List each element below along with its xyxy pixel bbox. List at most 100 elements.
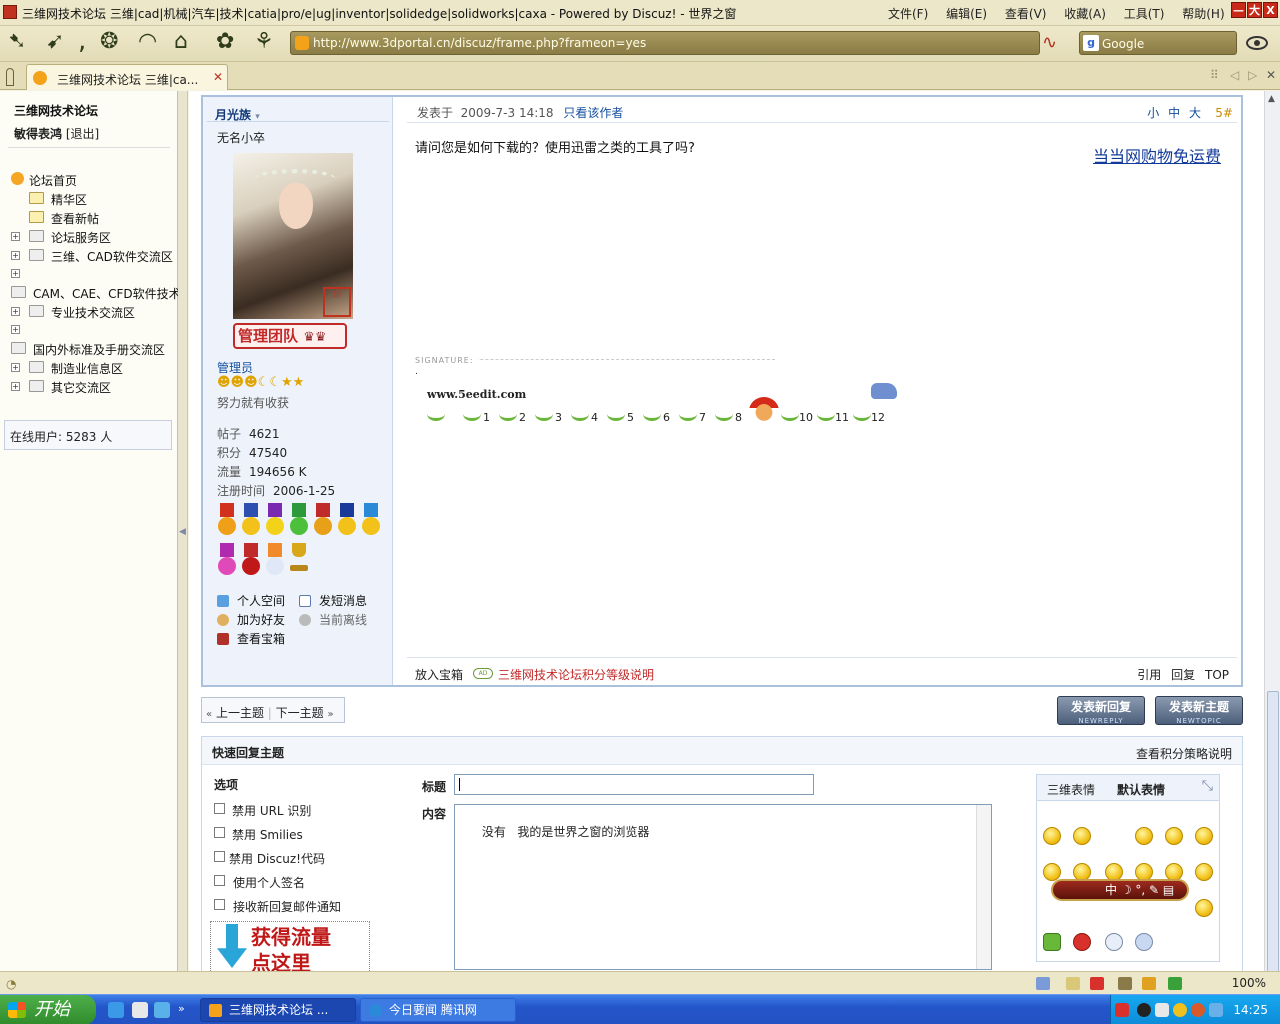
task-label[interactable]: 三维网技术论坛 ... (229, 1003, 328, 1017)
view-treasure-link[interactable]: 查看宝箱 (217, 630, 285, 647)
link-label[interactable]: 个人空间 (237, 594, 285, 608)
tab-close-icon[interactable]: ✕ (213, 70, 223, 84)
smiley-icon[interactable] (1135, 827, 1153, 845)
collapse-arrow-icon[interactable]: ◀ (179, 527, 186, 537)
search-engine-label[interactable]: Google (1102, 37, 1144, 51)
tab-left-icon[interactable]: ◁ (1230, 68, 1239, 82)
tab-close-all-icon[interactable]: ✕ (1266, 68, 1276, 82)
reply-link[interactable]: 回复 (1171, 668, 1195, 682)
smiley-icon[interactable] (1195, 863, 1213, 881)
tree-item-cam[interactable]: CAM、CAE、CFD软件技术 (33, 285, 181, 302)
link-label[interactable]: 加为好友 (237, 613, 285, 627)
smiley-icon[interactable] (1043, 933, 1061, 951)
tree-item-professional[interactable]: 专业技术交流区 (51, 304, 135, 321)
tree-item-other[interactable]: 其它交流区 (51, 379, 111, 396)
sidebar-splitter[interactable]: ◀ (178, 91, 188, 971)
ad-link[interactable]: 当当网购物免运费 (1093, 143, 1221, 167)
expand-icon[interactable]: + (11, 269, 20, 278)
option-label[interactable]: 禁用 Smilies (232, 826, 303, 843)
desktop-icon[interactable] (132, 1002, 148, 1018)
start-label[interactable]: 开始 (34, 999, 70, 1020)
menu-edit[interactable]: 编辑(E) (946, 7, 987, 21)
task-forum[interactable]: 三维网技术论坛 ... (200, 998, 356, 1022)
tab-right-icon[interactable]: ▷ (1248, 68, 1257, 82)
tab-label[interactable]: 三维网技术论坛 三维|ca... (57, 71, 198, 88)
top-link[interactable]: TOP (1205, 668, 1229, 682)
tray-app-icon[interactable] (1173, 1003, 1187, 1017)
bamboo-icon[interactable]: ⚘ (254, 29, 274, 54)
expand-icon[interactable]: + (11, 232, 20, 241)
ime-mode[interactable]: 中 (1105, 883, 1117, 897)
smiley-icon[interactable] (1195, 899, 1213, 917)
flash-icon[interactable] (1090, 977, 1104, 990)
next-thread-link[interactable]: 下一主题 (276, 706, 324, 720)
logout-link[interactable]: [退出] (66, 127, 99, 141)
menu-favorites[interactable]: 收藏(A) (1064, 7, 1106, 21)
option-label[interactable]: 使用个人签名 (233, 874, 305, 891)
add-friend-link[interactable]: 加为好友 (217, 611, 285, 628)
go-icon[interactable]: ∿ (1042, 32, 1057, 53)
new-reply-label[interactable]: 发表新回复 (1071, 700, 1131, 714)
link-label[interactable]: 发短消息 (319, 594, 367, 608)
font-large-link[interactable]: 大 (1189, 106, 1201, 120)
smiley-icon[interactable] (1195, 827, 1213, 845)
smiley-icon[interactable] (1073, 827, 1091, 845)
network-icon[interactable] (1168, 977, 1182, 990)
close-button[interactable]: X (1263, 2, 1278, 18)
points-info-link[interactable]: 三维网技术论坛积分等级说明 (498, 666, 654, 683)
refresh-icon[interactable]: , (78, 26, 86, 56)
history-icon[interactable]: ✿ (216, 29, 234, 54)
traffic-promo-banner[interactable]: 获得流量 点这里 (210, 921, 370, 971)
task-qq-news[interactable]: 今日要闻 腾讯网 (360, 998, 516, 1022)
personal-space-link[interactable]: 个人空间 (217, 592, 285, 609)
tree-item-standards[interactable]: 国内外标准及手册交流区 (33, 341, 165, 358)
font-small-link[interactable]: 小 (1147, 106, 1159, 120)
phone-icon[interactable] (1135, 933, 1153, 951)
task-label[interactable]: 今日要闻 腾讯网 (389, 1003, 477, 1017)
option-label[interactable]: 禁用 Discuz!代码 (229, 850, 325, 867)
to-treasure-link[interactable]: 放入宝箱 (415, 666, 463, 683)
volume-icon[interactable] (1209, 1003, 1223, 1017)
subject-input[interactable] (454, 774, 814, 795)
floor-number[interactable]: 5# (1215, 106, 1233, 120)
author-name-text[interactable]: 月光族 (215, 108, 251, 122)
ie-icon[interactable] (108, 1002, 124, 1018)
zoom-level[interactable]: 100% (1232, 976, 1266, 990)
tab-list-icon[interactable]: ⠿ (1210, 68, 1219, 82)
new-topic-label[interactable]: 发表新主题 (1169, 700, 1229, 714)
disable-smilies-checkbox[interactable] (214, 827, 225, 838)
menu-file[interactable]: 文件(F) (888, 7, 928, 21)
browser-icon[interactable] (154, 1002, 170, 1018)
menu-help[interactable]: 帮助(H) (1182, 7, 1224, 21)
new-reply-button[interactable]: 发表新回复 NEWREPLY (1057, 696, 1145, 725)
option-label[interactable]: 接收新回复邮件通知 (233, 898, 341, 915)
send-message-link[interactable]: 发短消息 (299, 592, 367, 609)
gesture-icon[interactable] (1118, 977, 1132, 990)
page-scrollbar[interactable]: ▲ (1264, 91, 1280, 987)
qq-icon[interactable] (1137, 1003, 1151, 1017)
stop-icon[interactable]: ◠ (138, 29, 157, 54)
expand-icon[interactable]: + (11, 307, 20, 316)
address-bar[interactable]: http://www.3dportal.cn/discuz/frame.php?… (290, 31, 1040, 55)
pin-icon[interactable] (6, 68, 14, 86)
disable-discuz-code-checkbox[interactable] (214, 851, 225, 862)
new-topic-button[interactable]: 发表新主题 NEWTOPIC (1155, 696, 1243, 725)
network-tray-icon[interactable] (1155, 1003, 1169, 1017)
favorites-icon[interactable]: ⌂ (174, 29, 188, 54)
smiley-icon[interactable] (1043, 827, 1061, 845)
content-textarea[interactable]: 没有 我的是世界之窗的浏览器 (454, 804, 992, 970)
tab-forum[interactable]: 三维网技术论坛 三维|ca... ✕ (26, 64, 228, 90)
start-button[interactable]: 开始 (0, 995, 96, 1024)
smiley-icon[interactable] (1165, 827, 1183, 845)
tree-item-manufacturing[interactable]: 制造业信息区 (51, 360, 123, 377)
scroll-up-icon[interactable]: ▲ (1268, 94, 1275, 104)
only-author-link[interactable]: 只看该作者 (563, 106, 623, 120)
home-icon[interactable]: ❂ (100, 29, 118, 54)
expand-icon[interactable]: + (11, 382, 20, 391)
disable-url-checkbox[interactable] (214, 803, 225, 814)
prev-thread-link[interactable]: 上一主题 (216, 706, 264, 720)
tree-item-digest[interactable]: 精华区 (51, 191, 87, 208)
eye-icon[interactable] (1246, 36, 1268, 50)
menu-tools[interactable]: 工具(T) (1124, 7, 1165, 21)
forward-icon[interactable]: ➹ (46, 29, 64, 54)
